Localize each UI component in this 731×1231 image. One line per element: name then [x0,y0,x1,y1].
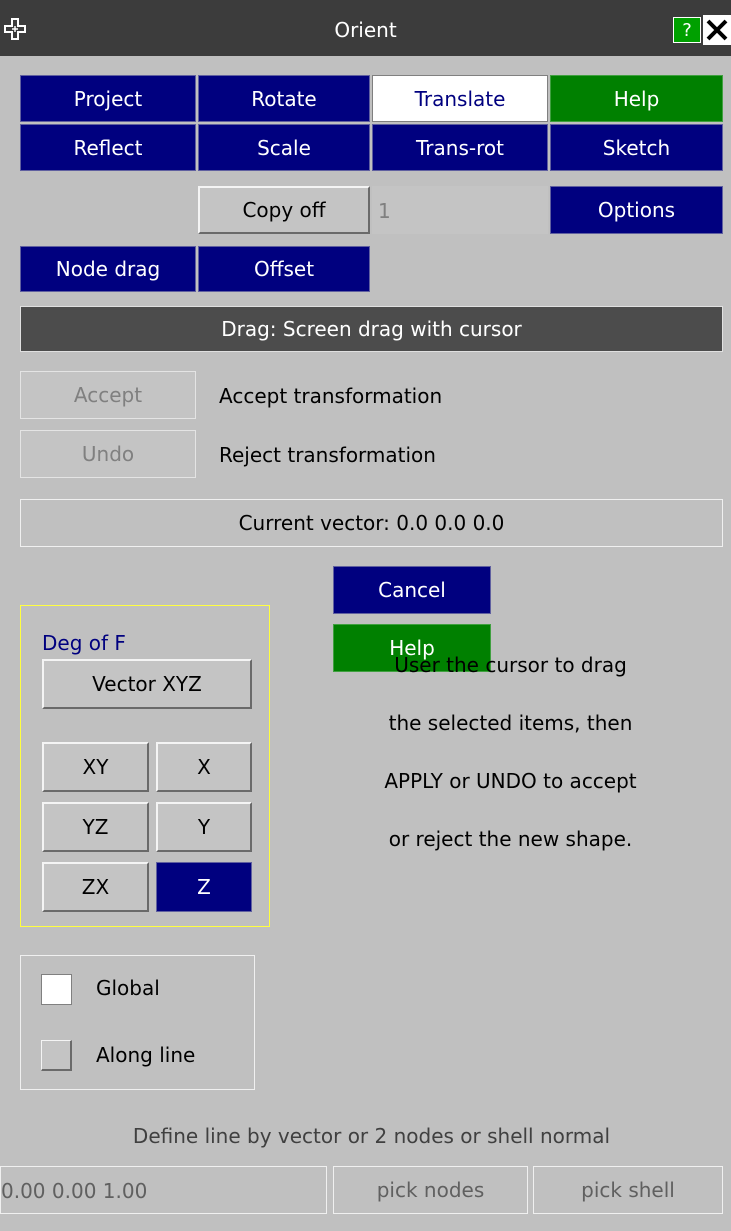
translate-label: Translate [414,86,506,111]
help-button[interactable]: ? [673,17,701,43]
offset-button[interactable]: Offset [198,246,370,292]
xy-label: XY [82,755,109,779]
reflect-label: Reflect [73,135,143,160]
scale-button[interactable]: Scale [198,124,370,171]
close-button[interactable] [703,15,731,45]
node-drag-button[interactable]: Node drag [20,246,196,292]
copy-count-value: 1 [378,199,391,223]
translate-button[interactable]: Translate [372,75,548,122]
line-vector-field[interactable]: 0.00 0.00 1.00 [0,1166,327,1214]
scale-label: Scale [257,135,311,160]
current-vector-text: Current vector: 0.0 0.0 0.0 [238,511,505,535]
rotate-label: Rotate [251,86,317,111]
copy-off-button[interactable]: Copy off [198,186,370,234]
yz-button[interactable]: YZ [42,802,149,852]
title-bar: Orient ? [0,0,731,56]
vector-xyz-label: Vector XYZ [92,672,202,696]
z-label: Z [197,875,211,899]
copy-count-field[interactable]: 1 [372,186,548,234]
global-label: Global [96,976,160,1000]
yz-label: YZ [82,815,109,839]
options-button[interactable]: Options [550,186,723,234]
pick-shell-button[interactable]: pick shell [533,1166,723,1214]
undo-description: Reject transformation [219,443,436,467]
help-top-label: Help [613,86,660,111]
accept-label: Accept [73,383,143,407]
rotate-button[interactable]: Rotate [198,75,370,122]
current-vector-display: Current vector: 0.0 0.0 0.0 [20,499,723,547]
global-checkbox[interactable] [41,974,72,1005]
sketch-label: Sketch [602,135,671,160]
instruction-line-2: the selected items, then [388,711,633,735]
x-button[interactable]: X [156,742,252,792]
sketch-button[interactable]: Sketch [550,124,723,171]
project-button[interactable]: Project [20,75,196,122]
pick-nodes-button[interactable]: pick nodes [333,1166,528,1214]
undo-label: Undo [81,442,135,466]
x-label: X [197,755,211,779]
zx-button[interactable]: ZX [42,862,149,912]
options-label: Options [597,198,676,222]
reflect-button[interactable]: Reflect [20,124,196,171]
project-label: Project [73,86,143,111]
drag-mode-text: Drag: Screen drag with cursor [221,317,522,341]
close-icon [706,19,728,41]
pick-shell-label: pick shell [581,1178,675,1202]
y-label: Y [197,815,211,839]
accept-button[interactable]: Accept [20,371,196,419]
help-button-label: ? [682,19,692,41]
node-drag-label: Node drag [55,257,161,281]
undo-button[interactable]: Undo [20,430,196,478]
accept-description: Accept transformation [219,384,443,408]
along-line-checkbox[interactable] [41,1040,72,1071]
trans-rot-label: Trans-rot [416,135,504,160]
copy-off-label: Copy off [242,198,326,222]
cancel-button[interactable]: Cancel [333,566,491,614]
help-button-top[interactable]: Help [550,75,723,122]
window-title: Orient [334,18,397,42]
dof-group: Deg of F Vector XYZ XY X YZ Y ZX Z [20,605,270,927]
pick-nodes-label: pick nodes [376,1178,485,1202]
instruction-line-1: User the cursor to drag [394,653,627,677]
z-button[interactable]: Z [156,862,252,912]
xy-button[interactable]: XY [42,742,149,792]
offset-label: Offset [253,257,315,281]
line-vector-value: 0.00 0.00 1.00 [1,1179,148,1203]
define-line-text: Define line by vector or 2 nodes or shel… [132,1124,611,1148]
cancel-label: Cancel [378,578,446,602]
dof-title: Deg of F [42,631,126,655]
zx-label: ZX [81,875,110,899]
along-line-label: Along line [96,1043,196,1067]
trans-rot-button[interactable]: Trans-rot [372,124,548,171]
instruction-line-4: or reject the new shape. [388,827,633,851]
instruction-line-3: APPLY or UNDO to accept [384,769,637,793]
drag-mode-banner: Drag: Screen drag with cursor [20,306,723,352]
vector-xyz-button[interactable]: Vector XYZ [42,659,252,709]
frame-group: Global Along line [20,955,255,1090]
y-button[interactable]: Y [156,802,252,852]
